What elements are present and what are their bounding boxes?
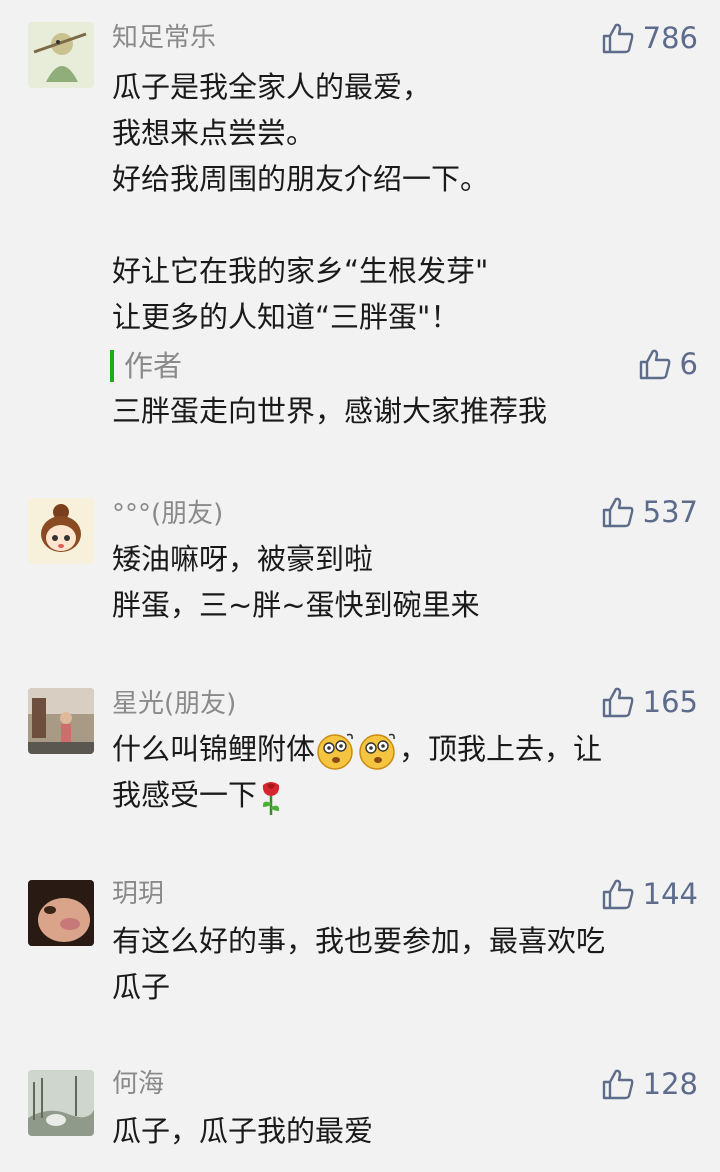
thumbs-up-icon [602, 687, 634, 718]
avatar[interactable] [28, 22, 94, 88]
thumbs-up-icon [602, 1069, 634, 1100]
like-count: 537 [642, 495, 698, 529]
like-count: 128 [642, 1067, 698, 1101]
thumbs-up-icon [602, 879, 634, 910]
thumbs-up-icon [602, 23, 634, 54]
like-button[interactable]: 786 [601, 18, 698, 58]
like-count: 6 [679, 347, 698, 381]
comment-text-part: 什么叫锦鲤附体 [112, 732, 316, 766]
comment-text-part: 我感受一下 [112, 778, 258, 812]
like-count: 165 [642, 685, 698, 719]
comment-text: 有这么好的事，我也要参加，最喜欢吃 瓜子 [112, 924, 606, 1004]
comment-item: 星光(朋友) 165 什么叫锦鲤附体 ，顶我上去，让我感受一下 [0, 680, 720, 830]
reply-like-button[interactable]: 6 [638, 344, 698, 384]
avatar[interactable] [28, 1070, 94, 1136]
comment-text: 瓜子，瓜子我的最爱 [112, 1114, 374, 1148]
author-reply-marker [110, 350, 114, 382]
comment-text-part: ，顶我上去，让 [399, 732, 603, 766]
reply-author: 作者 [124, 349, 183, 383]
thumbs-up-icon [602, 497, 634, 528]
like-button[interactable]: 537 [601, 492, 698, 532]
comment-item: 何海 128 瓜子，瓜子我的最爱 [0, 1062, 720, 1172]
like-button[interactable]: 165 [601, 682, 698, 722]
avatar[interactable] [28, 498, 94, 564]
comment-author[interactable]: 星光(朋友) [112, 688, 236, 720]
rose-emoji-icon [262, 782, 280, 815]
thumbs-up-icon [639, 349, 670, 380]
comment-text: 矮油嘛呀，被豪到啦 胖蛋，三~胖~蛋快到碗里来 [112, 542, 480, 622]
dizzy-face-emoji-icon [359, 733, 395, 770]
avatar[interactable] [28, 880, 94, 946]
comment-text: 瓜子是我全家人的最爱， 我想来点尝尝。 好给我周围的朋友介绍一下。 好让它在我的… [112, 70, 490, 334]
comment-author[interactable]: °°°(朋友) [112, 498, 223, 530]
reply-text: 三胖蛋走向世界，感谢大家推荐我 [112, 394, 548, 428]
comment-item: 知足常乐 786 瓜子是我全家人的最爱， 我想来点尝尝。 好给我周围的朋友介绍一… [0, 0, 720, 450]
comment-item: 玥玥 144 有这么好的事，我也要参加，最喜欢吃 瓜子 [0, 872, 720, 1022]
avatar[interactable] [28, 688, 94, 754]
comment-author[interactable]: 玥玥 [112, 878, 164, 910]
like-button[interactable]: 144 [601, 874, 698, 914]
comment-author[interactable]: 何海 [112, 1068, 164, 1100]
like-button[interactable]: 128 [601, 1064, 698, 1104]
like-count: 786 [642, 21, 698, 55]
comment-text: 什么叫锦鲤附体 ，顶我上去，让我感受一下 [112, 726, 697, 818]
dizzy-face-emoji-icon [317, 733, 353, 770]
comment-author[interactable]: 知足常乐 [112, 22, 216, 54]
comment-item: °°°(朋友) 537 矮油嘛呀，被豪到啦 胖蛋，三~胖~蛋快到碗里来 [0, 490, 720, 640]
like-count: 144 [642, 877, 698, 911]
